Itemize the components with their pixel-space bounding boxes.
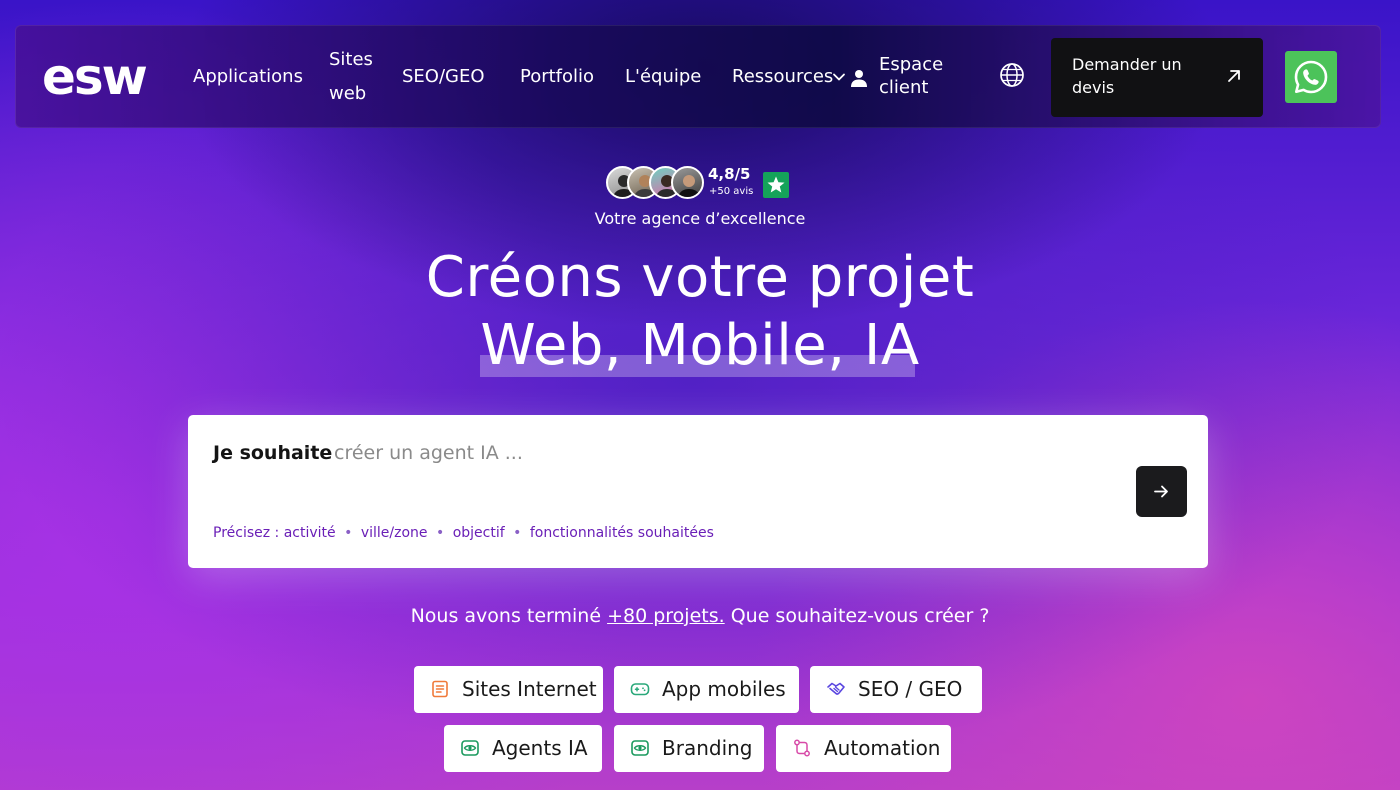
projects-line: Nous avons terminé +80 projets. Que souh…	[0, 603, 1400, 629]
nav-portfolio[interactable]: Portfolio	[520, 60, 594, 94]
chip-automation[interactable]: Automation	[776, 725, 951, 772]
nav-sites-web[interactable]: Sites web	[329, 43, 379, 111]
chip-seo-geo[interactable]: SEO / GEO	[810, 666, 982, 713]
trust-star-icon	[763, 172, 789, 198]
whatsapp-icon	[1294, 60, 1328, 94]
arrow-right-icon	[1154, 485, 1168, 498]
project-input[interactable]	[334, 439, 1114, 467]
chip-label: SEO / GEO	[858, 677, 963, 701]
espace-client-link[interactable]: Espace client	[879, 53, 959, 99]
hint-separator: •	[435, 525, 445, 541]
hint-separator: •	[513, 525, 522, 541]
user-icon[interactable]	[849, 68, 869, 88]
hint-item: fonctionnalités souhaitées	[529, 525, 714, 541]
chip-label: Sites Internet	[462, 677, 597, 701]
document-icon	[432, 680, 448, 698]
avatar	[671, 166, 704, 199]
arrow-up-right-icon	[1228, 70, 1240, 82]
nav-ressources[interactable]: Ressources	[732, 60, 833, 94]
demander-devis-button[interactable]: Demander un devis	[1051, 38, 1263, 117]
rating-score: 4,8/5	[708, 165, 751, 183]
hint-item: objectif	[452, 525, 505, 541]
hint-list: Précisez : activité • ville/zone • objec…	[213, 523, 714, 543]
nav-seo-geo[interactable]: SEO/GEO	[402, 60, 485, 94]
projects-suffix: Que souhaitez-vous créer ?	[730, 605, 990, 627]
chip-sites-internet[interactable]: Sites Internet	[414, 666, 603, 713]
workflow-icon	[794, 739, 810, 757]
chip-label: Agents IA	[492, 736, 588, 760]
chip-label: Automation	[824, 736, 941, 760]
tagline: Votre agence d’excellence	[594, 209, 806, 228]
hero-title-line-1: Créons votre projet	[425, 245, 975, 310]
wish-label: Je souhaite	[213, 442, 333, 464]
globe-icon[interactable]	[998, 61, 1026, 89]
whatsapp-button[interactable]	[1285, 51, 1337, 103]
logo[interactable]: esw	[42, 52, 148, 102]
submit-button[interactable]	[1136, 466, 1187, 517]
gamepad-icon	[630, 683, 650, 696]
hint-separator: •	[344, 525, 353, 541]
nav-equipe[interactable]: L'équipe	[625, 60, 701, 94]
chip-label: App mobiles	[662, 677, 786, 701]
eye-icon	[631, 740, 649, 756]
chip-label: Branding	[662, 736, 753, 760]
reviews-count: +50 avis	[709, 186, 754, 197]
chip-app-mobiles[interactable]: App mobiles	[614, 666, 799, 713]
chevron-down-icon[interactable]	[832, 70, 846, 84]
navbar: esw Applications Sites web SEO/GEO Portf…	[15, 25, 1381, 128]
project-request-card: Je souhaite Précisez : activité • ville/…	[188, 415, 1208, 568]
chip-branding[interactable]: Branding	[614, 725, 764, 772]
nav-applications[interactable]: Applications	[193, 60, 303, 94]
cta-label: Demander un devis	[1072, 55, 1182, 97]
eye-icon	[461, 740, 479, 756]
hero-title-line-2: Web, Mobile, IA	[480, 313, 920, 378]
projects-prefix: Nous avons terminé	[410, 605, 602, 627]
hint-item: ville/zone	[360, 525, 428, 541]
handshake-icon	[827, 682, 845, 695]
hint-item: Précisez : activité	[213, 525, 336, 541]
chip-agents-ia[interactable]: Agents IA	[444, 725, 602, 772]
projects-link[interactable]: +80 projets.	[607, 605, 725, 627]
